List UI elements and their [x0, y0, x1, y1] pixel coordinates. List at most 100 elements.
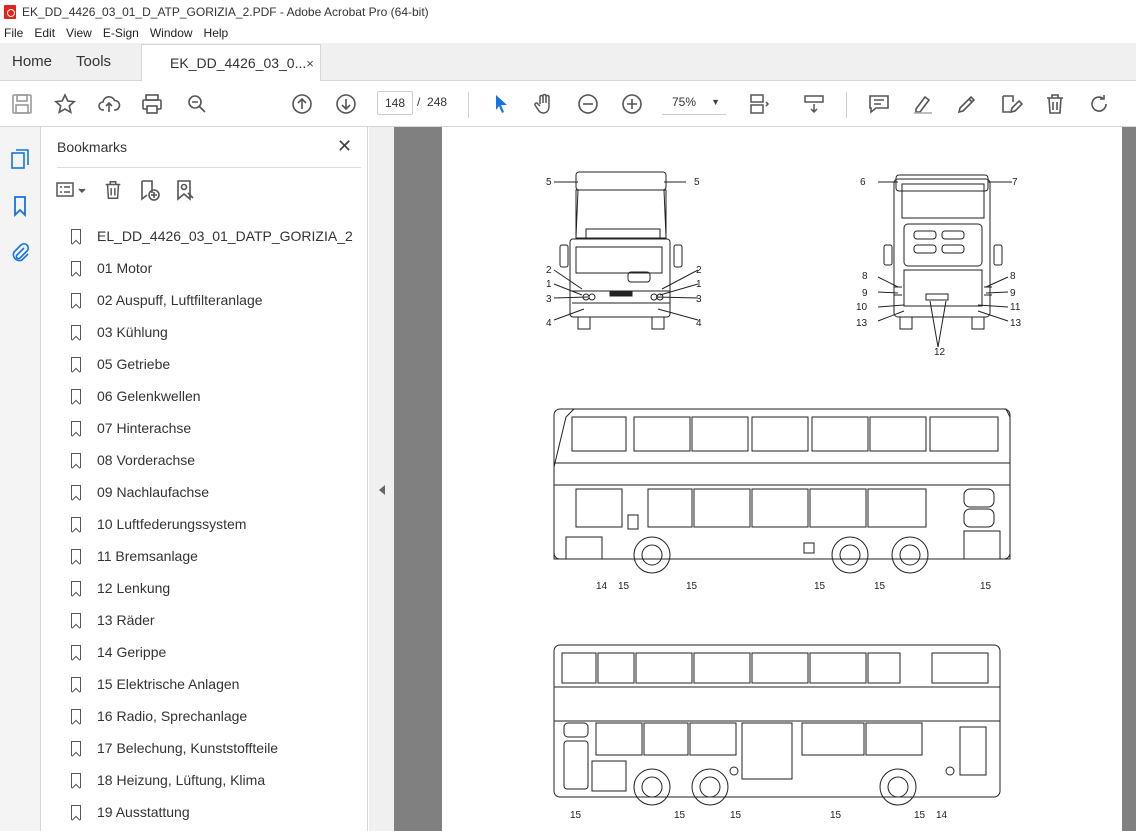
bookmark-label: 06 Gelenkwellen	[97, 388, 201, 404]
callout-label: 9	[1010, 288, 1016, 299]
bookmark-item[interactable]: 05 Getriebe	[71, 348, 361, 380]
bookmark-item[interactable]: 19 Ausstattung	[71, 796, 361, 828]
bookmark-item[interactable]: 15 Elektrische Anlagen	[71, 668, 361, 700]
save-icon[interactable]	[8, 90, 36, 118]
select-cursor-icon[interactable]	[487, 90, 515, 118]
bookmark-item[interactable]: 01 Motor	[71, 252, 361, 284]
bookmark-icon	[71, 580, 81, 596]
bus-side-view-right	[553, 408, 1011, 574]
hand-tool-icon[interactable]	[530, 90, 558, 118]
callout-label: 15	[618, 581, 630, 592]
bookmark-item[interactable]: 08 Vorderachse	[71, 444, 361, 476]
bookmark-item[interactable]: 13 Räder	[71, 604, 361, 636]
close-panel-button[interactable]: ✕	[337, 136, 352, 157]
callout-label: 13	[1010, 318, 1022, 329]
front-view-labels: 5 5 2 1 3 4 2 1 3 4	[546, 177, 702, 329]
bookmark-label: 09 Nachlaufachse	[97, 484, 210, 500]
bookmark-icon	[71, 772, 81, 788]
callout-label: 3	[546, 294, 552, 305]
bookmark-label: 03 Kühlung	[97, 324, 168, 340]
new-bookmark-icon[interactable]	[137, 178, 161, 202]
star-icon[interactable]	[51, 90, 79, 118]
rear-view-labels: 6 7 8 9 10 13 8 9 11 13 12	[856, 177, 1022, 358]
zoom-in-icon[interactable]	[618, 90, 646, 118]
bookmarks-panel-icon[interactable]	[8, 194, 32, 218]
tab-home[interactable]: Home	[0, 43, 64, 80]
callout-label: 15	[674, 810, 686, 821]
bookmark-item[interactable]: 18 Heizung, Lüftung, Klima	[71, 764, 361, 796]
bookmark-item[interactable]: 16 Radio, Sprechanlage	[71, 700, 361, 732]
bookmark-icon	[71, 548, 81, 564]
bookmark-item[interactable]: 11 Bremsanlage	[71, 540, 361, 572]
bookmark-label: 13 Räder	[97, 612, 155, 628]
page-separator: /	[417, 95, 421, 109]
bus-diagram: 5 5 2 1 3 4 2 1 3 4 6 7 8 9 10 13 8 9 11…	[546, 171, 1022, 821]
edit-text-icon[interactable]	[997, 90, 1025, 118]
bookmark-icon	[71, 516, 81, 532]
menu-help[interactable]: Help	[204, 26, 229, 40]
bookmark-item[interactable]: 10 Luftfederungssystem	[71, 508, 361, 540]
bookmark-icon	[71, 356, 81, 372]
menu-file[interactable]: File	[4, 26, 23, 40]
menu-view[interactable]: View	[66, 26, 92, 40]
bus-rear-view	[877, 174, 1012, 348]
scroll-mode-icon[interactable]	[800, 90, 828, 118]
bookmark-label: 14 Gerippe	[97, 644, 167, 660]
bookmark-item[interactable]: 02 Auspuff, Luftfilteranlage	[71, 284, 361, 316]
collapse-panel-icon[interactable]	[379, 485, 385, 495]
cloud-upload-icon[interactable]	[95, 90, 123, 118]
comment-icon[interactable]	[865, 90, 893, 118]
panel-splitter[interactable]	[369, 127, 394, 831]
bookmarks-toolbar	[55, 177, 209, 203]
callout-label: 15	[830, 810, 842, 821]
pages-thumbnail-icon[interactable]	[8, 147, 32, 171]
bookmark-icon	[71, 420, 81, 436]
bookmark-item[interactable]: 17 Belechung, Kunststoffteile	[71, 732, 361, 764]
bookmark-item[interactable]: 07 Hinterachse	[71, 412, 361, 444]
zoom-level-select[interactable]: 75% ▼	[662, 91, 726, 115]
page-number-input[interactable]: 148	[377, 91, 413, 115]
callout-label: 14	[596, 581, 608, 592]
draw-pen-icon[interactable]	[953, 90, 981, 118]
callout-label: 5	[546, 177, 552, 188]
highlight-icon[interactable]	[909, 90, 937, 118]
bookmark-item[interactable]: 12 Lenkung	[71, 572, 361, 604]
callout-label: 14	[936, 810, 948, 821]
tab-tools[interactable]: Tools	[64, 43, 123, 80]
bookmark-item[interactable]: 14 Gerippe	[71, 636, 361, 668]
zoom-search-icon[interactable]	[183, 90, 211, 118]
options-menu-icon[interactable]	[55, 178, 89, 202]
total-pages: 248	[427, 95, 448, 109]
bookmark-label: 01 Motor	[97, 260, 153, 276]
zoom-level-value: 75%	[672, 95, 697, 109]
menu-window[interactable]: Window	[150, 26, 193, 40]
bookmark-icon	[71, 484, 81, 500]
bookmark-icon	[71, 388, 81, 404]
tab-document[interactable]: EK_DD_4426_03_0... ×	[141, 44, 322, 81]
bookmark-item[interactable]: 06 Gelenkwellen	[71, 380, 361, 412]
bookmark-label: 15 Elektrische Anlagen	[97, 676, 240, 692]
zoom-out-icon[interactable]	[574, 90, 602, 118]
menu-esign[interactable]: E-Sign	[103, 26, 139, 40]
previous-page-button[interactable]	[288, 90, 316, 118]
callout-label: 15	[914, 810, 926, 821]
callout-label: 7	[1012, 177, 1018, 188]
rotate-icon[interactable]	[1085, 90, 1113, 118]
bookmark-item[interactable]: EL_DD_4426_03_01_DATP_GORIZIA_2	[71, 220, 361, 252]
title-bar: EK_DD_4426_03_01_D_ATP_GORIZIA_2.PDF - A…	[0, 0, 1136, 23]
bookmark-item[interactable]: 09 Nachlaufachse	[71, 476, 361, 508]
bookmark-label: 19 Ausstattung	[97, 804, 190, 820]
next-page-button[interactable]	[332, 90, 360, 118]
delete-icon[interactable]	[1041, 90, 1069, 118]
bookmark-item[interactable]: 03 Kühlung	[71, 316, 361, 348]
delete-bookmark-icon[interactable]	[101, 178, 125, 202]
attachments-icon[interactable]	[8, 241, 32, 265]
document-view[interactable]: 5 5 2 1 3 4 2 1 3 4 6 7 8 9 10 13 8 9 11…	[394, 127, 1136, 831]
menu-edit[interactable]: Edit	[34, 26, 55, 40]
page-fit-icon[interactable]	[746, 90, 774, 118]
acrobat-icon	[4, 4, 16, 19]
callout-label: 15	[730, 810, 742, 821]
bookmark-properties-icon[interactable]	[173, 178, 197, 202]
tab-close-button[interactable]: ×	[306, 56, 314, 71]
print-icon[interactable]	[138, 90, 166, 118]
